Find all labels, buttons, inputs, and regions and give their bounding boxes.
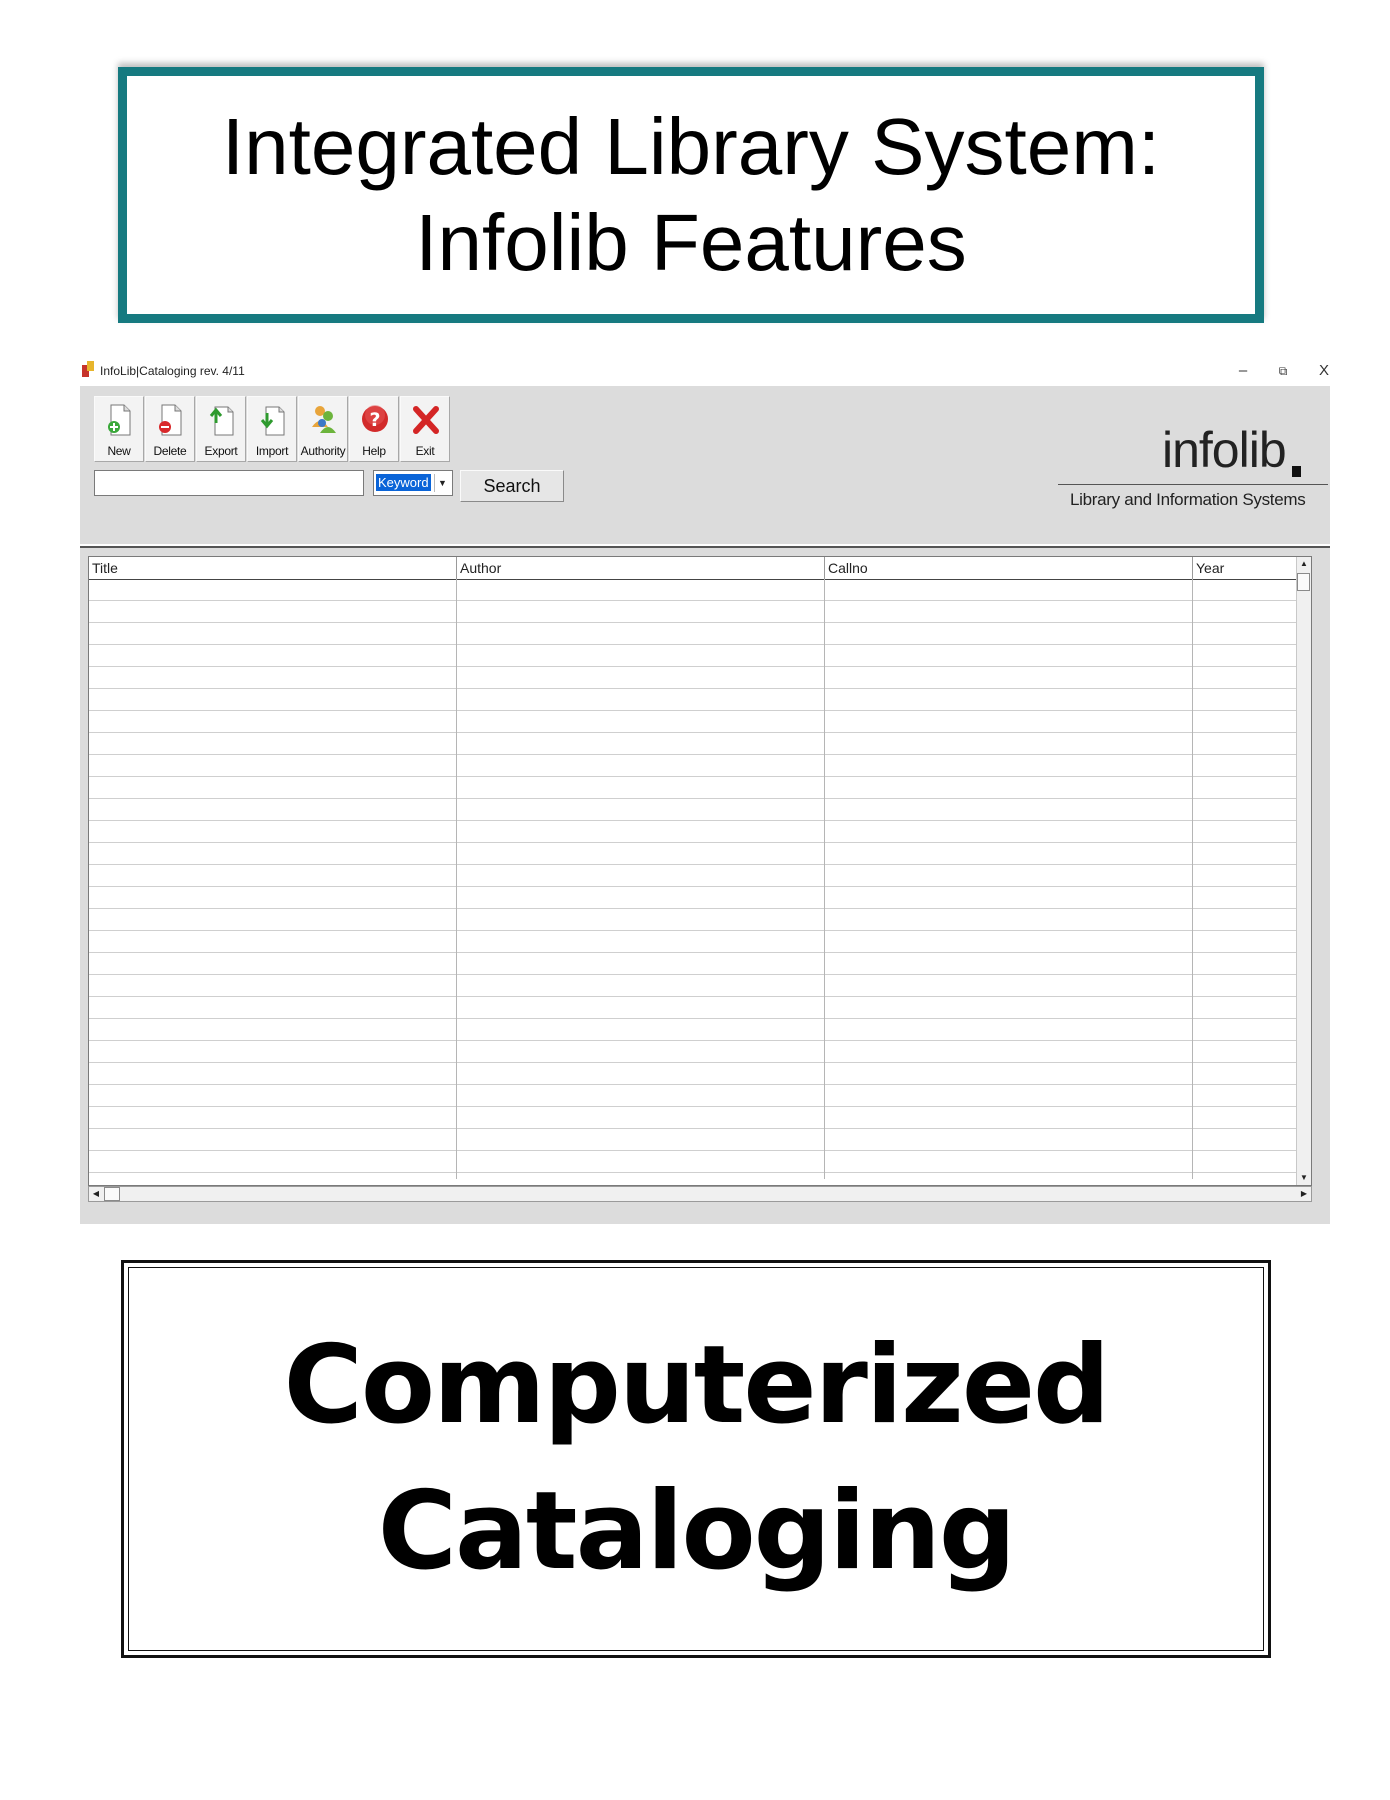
delete-button[interactable]: Delete [145,396,195,462]
horizontal-scroll-thumb[interactable] [104,1187,120,1201]
toolbar-area: New Delete Export Import Authority ? Hel… [80,386,1330,544]
table-row[interactable] [89,755,1299,777]
window-titlebar[interactable]: InfoLib|Cataloging rev. 4/11 – ⧉ X [80,356,1330,386]
table-row[interactable] [89,997,1299,1019]
table-row[interactable] [89,689,1299,711]
table-row[interactable] [89,1085,1299,1107]
results-grid[interactable]: Title Author Callno Year ▲ ▼ [88,556,1312,1186]
table-row[interactable] [89,909,1299,931]
table-row[interactable] [89,931,1299,953]
logo-divider [1058,484,1328,485]
results-panel: Title Author Callno Year ▲ ▼ ◀ ▶ [80,546,1330,1224]
table-row[interactable] [89,777,1299,799]
header-title-line1: Integrated Library System: [221,102,1161,191]
horizontal-scrollbar[interactable]: ◀ ▶ [88,1186,1312,1202]
chevron-down-icon[interactable]: ▼ [434,474,450,492]
authority-button[interactable]: Authority [298,396,348,462]
infolib-logo: infolib [1162,422,1287,478]
logo-tagline: Library and Information Systems [1070,490,1306,509]
header-banner: Integrated Library System: Infolib Featu… [118,67,1264,323]
table-row[interactable] [89,1041,1299,1063]
scroll-left-arrow-icon[interactable]: ◀ [89,1187,103,1201]
table-row[interactable] [89,953,1299,975]
import-button[interactable]: Import [247,396,297,462]
column-header-callno[interactable]: Callno [825,557,1193,579]
logo-dot [1292,466,1301,477]
table-row[interactable] [89,1151,1299,1173]
vertical-scroll-thumb[interactable] [1297,573,1310,591]
header-title-line2: Infolib Features [415,198,967,287]
grid-body [89,579,1299,1179]
column-divider [824,579,825,1179]
app-logo-icon [82,361,94,377]
search-field-selected: Keyword [376,474,431,491]
scroll-up-arrow-icon[interactable]: ▲ [1297,557,1311,571]
delete-label: Delete [153,444,187,458]
table-row[interactable] [89,1107,1299,1129]
footer-title-line2: Cataloging [377,1469,1016,1594]
table-row[interactable] [89,843,1299,865]
column-header-year[interactable]: Year [1193,557,1299,579]
exit-icon [413,406,439,434]
infolib-cataloging-window: InfoLib|Cataloging rev. 4/11 – ⧉ X New D… [80,356,1330,1224]
table-row[interactable] [89,623,1299,645]
maximize-button[interactable]: ⧉ [1265,359,1301,383]
table-row[interactable] [89,1129,1299,1151]
table-row[interactable] [89,733,1299,755]
export-button[interactable]: Export [196,396,246,462]
authority-users-icon [312,406,336,433]
vertical-scrollbar[interactable]: ▲ ▼ [1296,557,1311,1185]
scroll-down-arrow-icon[interactable]: ▼ [1297,1171,1311,1185]
delete-document-icon [159,404,182,436]
import-label: Import [255,444,289,458]
window-title: InfoLib|Cataloging rev. 4/11 [100,364,245,378]
close-button[interactable]: X [1306,359,1342,383]
table-row[interactable] [89,865,1299,887]
column-divider [1192,579,1193,1179]
table-row[interactable] [89,1063,1299,1085]
help-icon: ? [362,405,388,432]
new-label: New [107,444,131,458]
export-document-icon [209,406,234,436]
table-row[interactable] [89,579,1299,601]
search-input[interactable] [94,470,364,496]
search-field-select[interactable]: Keyword ▼ [373,470,453,496]
table-row[interactable] [89,1019,1299,1041]
grid-header: Title Author Callno Year [89,557,1299,580]
table-row[interactable] [89,667,1299,689]
table-row[interactable] [89,601,1299,623]
footer-title-line1: Computerized [283,1323,1111,1448]
column-header-title[interactable]: Title [89,557,457,579]
table-row[interactable] [89,799,1299,821]
table-row[interactable] [89,975,1299,997]
table-row[interactable] [89,887,1299,909]
column-divider [456,579,457,1179]
table-row[interactable] [89,821,1299,843]
import-document-icon [260,406,285,436]
new-button[interactable]: New [94,396,144,462]
export-label: Export [204,444,238,458]
column-header-author[interactable]: Author [457,557,825,579]
table-row[interactable] [89,711,1299,733]
help-label: Help [362,444,386,458]
table-row[interactable] [89,645,1299,667]
authority-label: Authority [300,444,346,458]
new-document-icon [108,404,131,436]
help-button[interactable]: ? Help [349,396,399,462]
footer-inner: Computerized Cataloging [128,1267,1264,1651]
exit-button[interactable]: Exit [400,396,450,462]
search-button[interactable]: Search [460,470,564,502]
footer-banner: Computerized Cataloging [121,1260,1271,1658]
exit-label: Exit [415,444,435,458]
svg-text:?: ? [369,409,380,431]
toolbar: New Delete Export Import Authority ? Hel… [94,396,451,462]
minimize-button[interactable]: – [1225,359,1261,383]
scroll-right-arrow-icon[interactable]: ▶ [1297,1187,1311,1201]
